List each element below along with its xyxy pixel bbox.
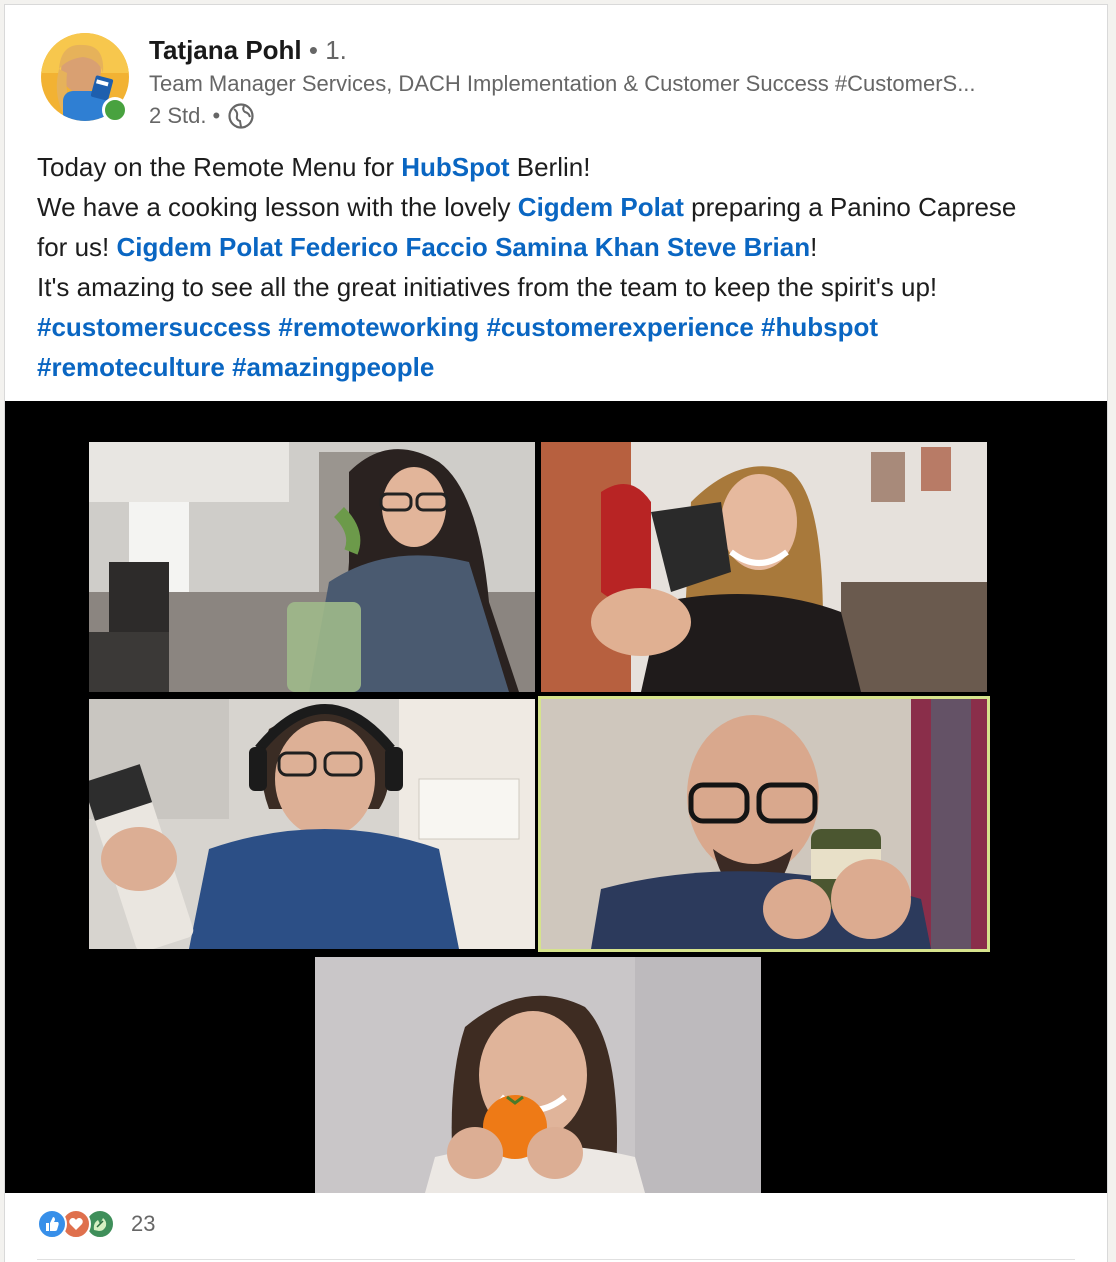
video-tile-5 [315, 957, 761, 1193]
post-time: 2 Std. [149, 103, 207, 128]
hashtag-remoteworking[interactable]: #remoteworking [278, 312, 479, 342]
hashtag-line-2: #remoteculture #amazingpeople [37, 347, 1087, 387]
post-line-3: for us! Cigdem Polat Federico Faccio Sam… [37, 232, 818, 262]
video-tile-1 [89, 442, 535, 692]
post-text: Today on the Remote Menu for HubSpot Ber… [37, 147, 1087, 387]
hashtag-amazingpeople[interactable]: #amazingpeople [232, 352, 434, 382]
hashtag-customerexperience[interactable]: #customerexperience [486, 312, 753, 342]
post-line-1: Today on the Remote Menu for HubSpot Ber… [37, 152, 591, 182]
mention-hubspot[interactable]: HubSpot [401, 152, 509, 182]
divider [37, 1259, 1075, 1260]
video-tile-3 [89, 699, 535, 949]
author-headline: Team Manager Services, DACH Implementati… [149, 71, 976, 96]
mention-cigdem-polat[interactable]: Cigdem Polat [518, 192, 684, 222]
mention-cigdem-polat-2[interactable]: Cigdem Polat [116, 232, 282, 262]
post-line-2: We have a cooking lesson with the lovely… [37, 192, 1017, 222]
hashtag-remoteculture[interactable]: #remoteculture [37, 352, 225, 382]
post-image[interactable] [5, 401, 1107, 1193]
online-status-dot [102, 97, 128, 123]
hashtag-hubspot[interactable]: #hubspot [761, 312, 878, 342]
post-meta: 2 Std. • [149, 101, 256, 131]
reactions-bar[interactable]: 23 [37, 1209, 155, 1239]
mention-samina-khan[interactable]: Samina Khan [495, 232, 660, 262]
post-card: Tatjana Pohl • 1. Team Manager Services,… [4, 4, 1108, 1262]
mention-steve-brian[interactable]: Steve Brian [667, 232, 810, 262]
meta-separator: • [212, 103, 221, 128]
reaction-count[interactable]: 23 [131, 1211, 155, 1237]
mention-federico-faccio[interactable]: Federico Faccio [290, 232, 488, 262]
video-tile-active-speaker [541, 699, 987, 949]
like-icon [37, 1209, 67, 1239]
connection-degree: • 1. [308, 35, 347, 65]
globe-icon [226, 101, 256, 131]
video-tile-2 [541, 442, 987, 692]
hashtag-customersuccess[interactable]: #customersuccess [37, 312, 271, 342]
post-line-4: It's amazing to see all the great initia… [37, 272, 938, 302]
author-name[interactable]: Tatjana Pohl [149, 35, 302, 65]
hashtag-line-1: #customersuccess #remoteworking #custome… [37, 307, 1087, 347]
